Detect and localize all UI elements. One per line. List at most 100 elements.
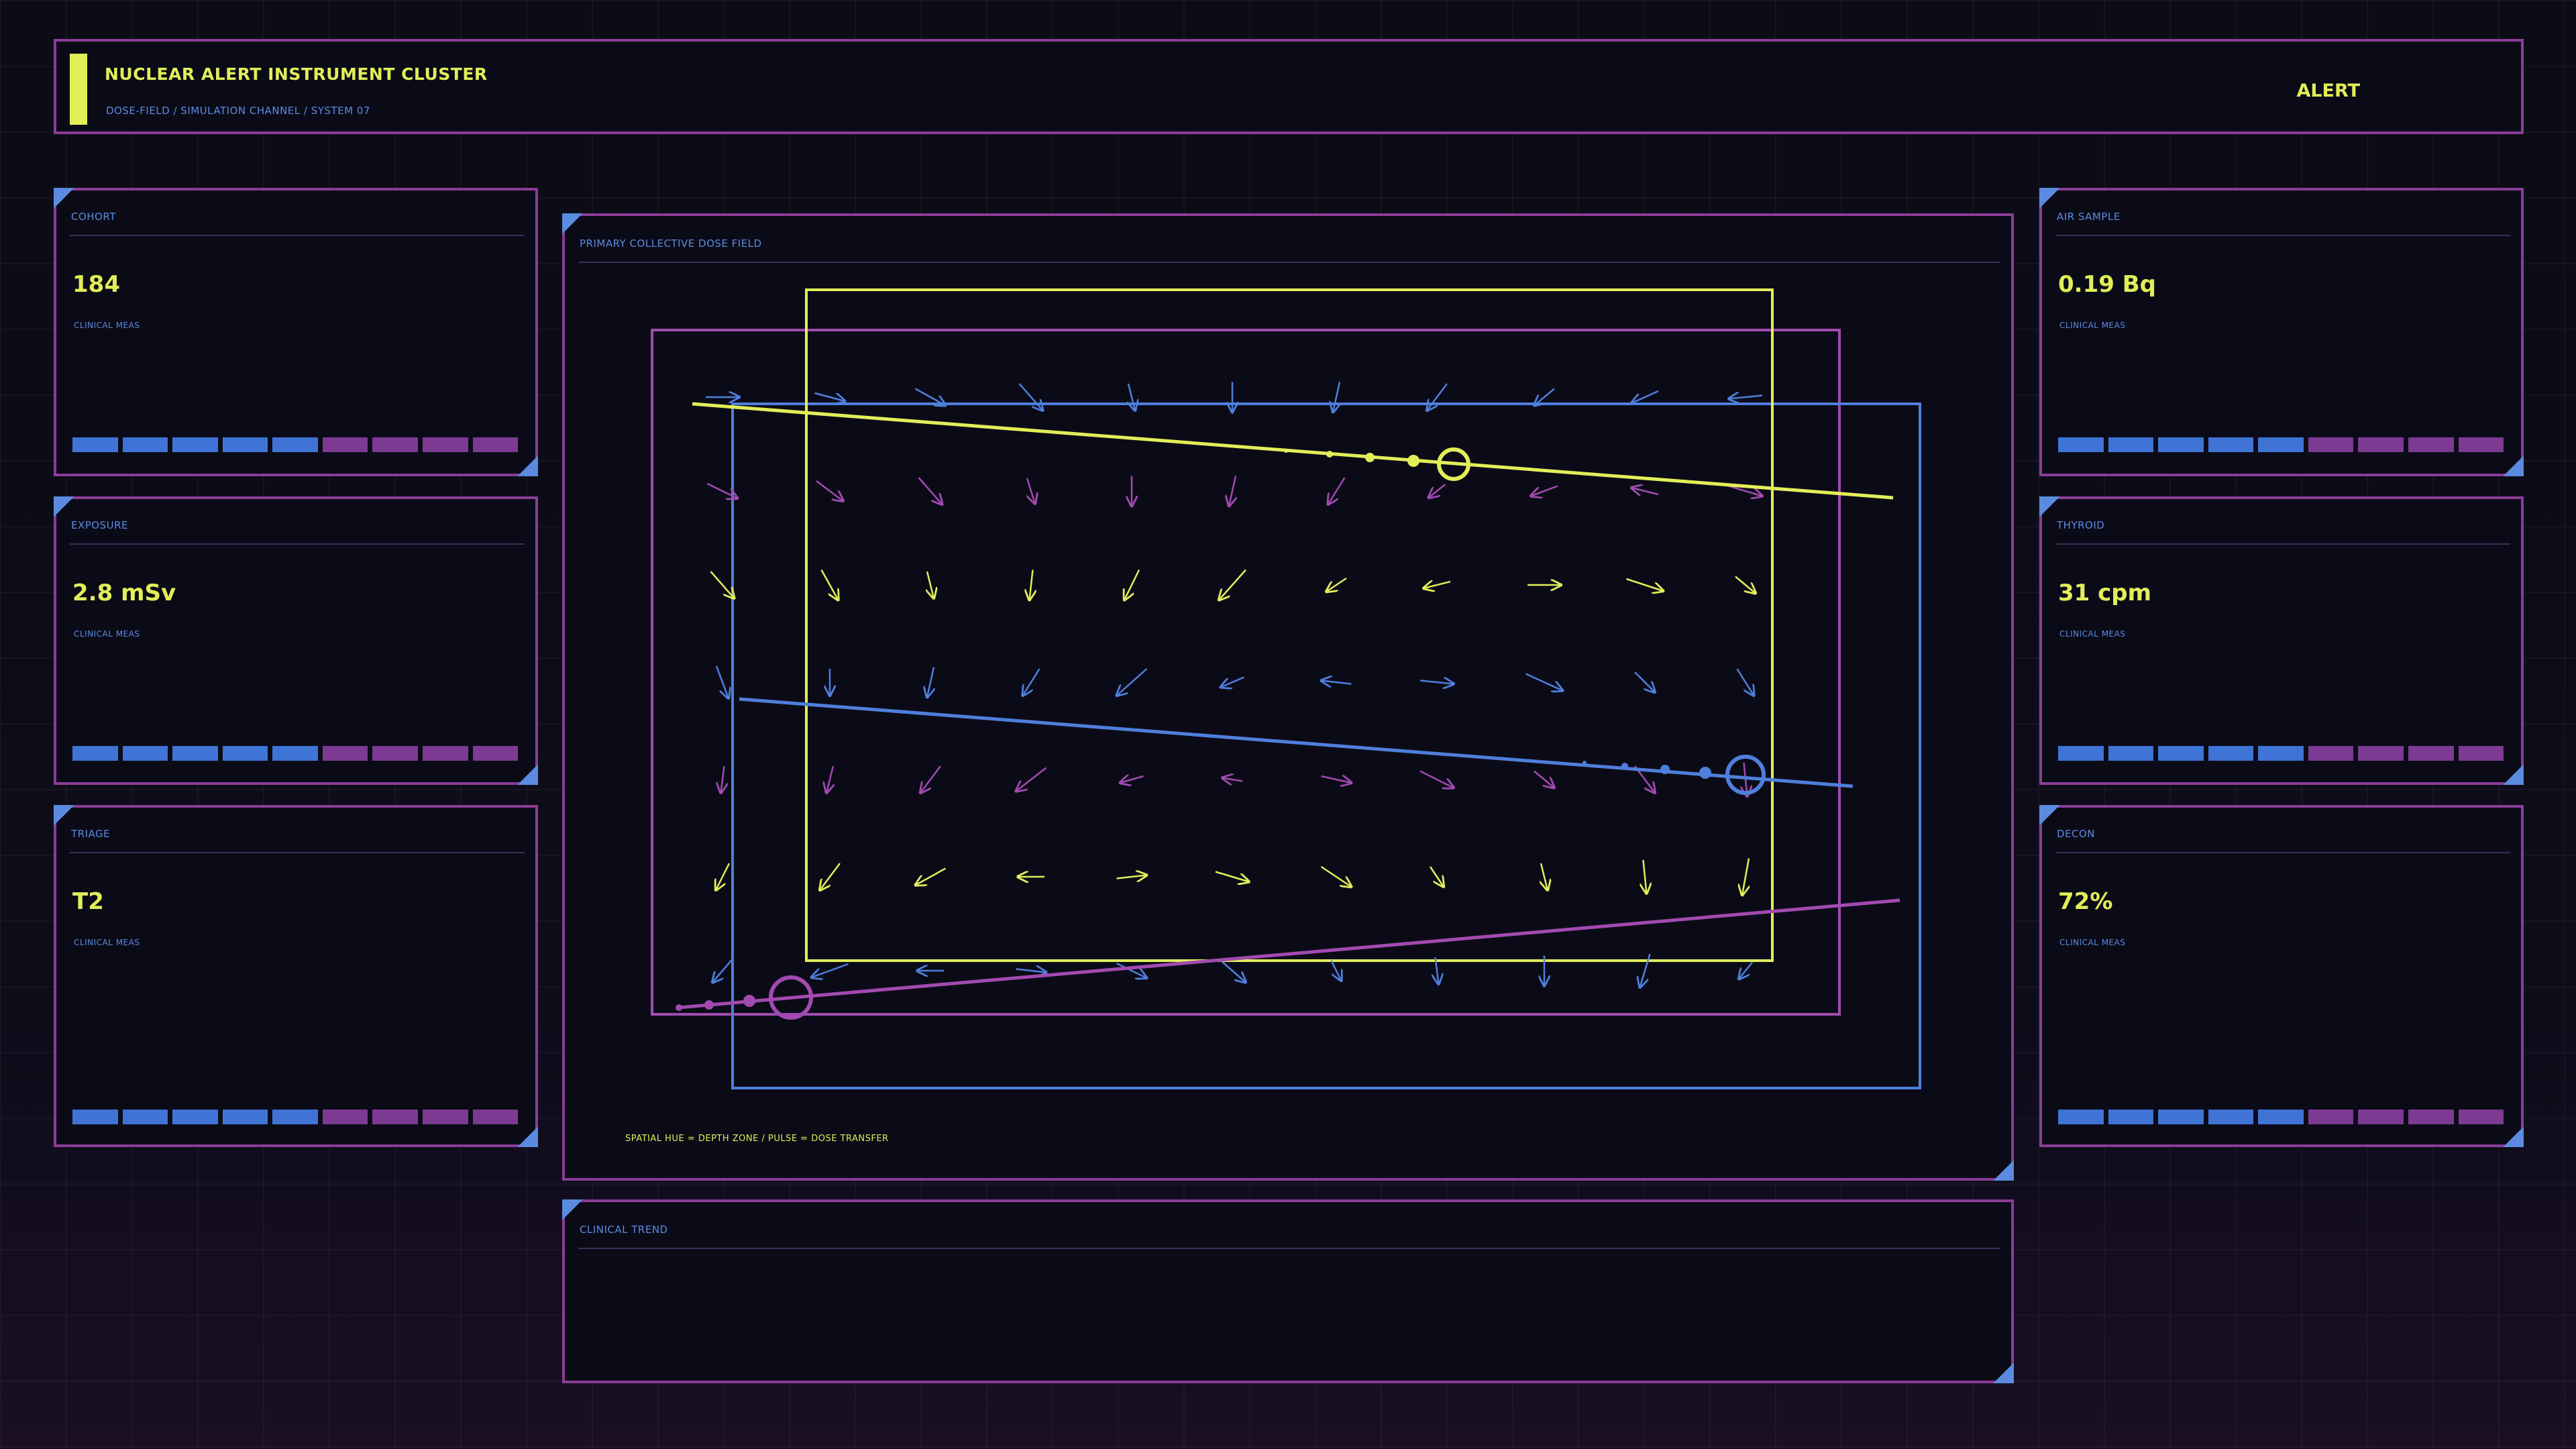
segment-meter <box>2058 746 2504 761</box>
corner-accent <box>2501 453 2524 476</box>
card-label: THYROID <box>2057 519 2105 531</box>
vector-arrow <box>1030 570 1033 600</box>
segment-meter <box>2058 437 2504 452</box>
meter-segment <box>222 746 268 761</box>
corner-accent <box>54 805 76 828</box>
track-line-blue <box>739 697 1854 788</box>
divider <box>578 1248 2000 1249</box>
vector-arrow <box>1215 871 1249 882</box>
meter-segment <box>2308 746 2354 761</box>
app-title: NUCLEAR ALERT INSTRUMENT CLUSTER <box>105 64 488 84</box>
meter-segment <box>272 1110 318 1124</box>
vector-arrow <box>1221 676 1244 688</box>
meter-segment <box>2458 437 2504 452</box>
meter-segment <box>2258 1110 2304 1124</box>
vector-arrows <box>706 382 1762 988</box>
depth-zones <box>651 288 1921 1089</box>
vector-arrow <box>1531 485 1558 496</box>
vector-arrow <box>1117 668 1148 696</box>
pulse-dot <box>1660 765 1670 774</box>
pulse-dot <box>1699 767 1711 779</box>
vector-arrow <box>1120 776 1144 783</box>
meter-segment <box>2308 437 2354 452</box>
track-line-yellow <box>692 402 1894 500</box>
card-sub: CLINICAL MEAS <box>74 321 140 330</box>
vector-arrow <box>927 667 934 698</box>
card-cohort[interactable]: COHORT 184 CLINICAL MEAS <box>54 188 538 476</box>
meter-segment <box>2258 437 2304 452</box>
vector-arrow <box>820 569 839 600</box>
card-sub: CLINICAL MEAS <box>2059 938 2126 947</box>
corner-accent <box>54 188 76 211</box>
card-value: 0.19 Bq <box>2058 271 2156 298</box>
divider <box>70 852 525 853</box>
card-decon[interactable]: DECON 72% CLINICAL MEAS <box>2039 805 2524 1147</box>
vector-arrow <box>920 765 941 793</box>
meter-segment <box>372 437 418 452</box>
corner-accent <box>54 496 76 519</box>
card-value: 184 <box>72 271 120 298</box>
vector-arrow <box>1320 865 1352 887</box>
card-label: AIR SAMPLE <box>2057 211 2121 223</box>
meter-segment <box>272 437 318 452</box>
vector-arrow <box>1534 770 1554 788</box>
meter-segment <box>2308 1110 2354 1124</box>
vector-arrow <box>1016 969 1046 973</box>
meter-segment <box>2158 746 2204 761</box>
vector-arrow <box>1419 681 1454 684</box>
meter-segment <box>222 437 268 452</box>
pulse-dot <box>1326 451 1333 458</box>
vector-arrow <box>1739 961 1753 979</box>
meter-segment <box>272 746 318 761</box>
meter-segment <box>2358 746 2404 761</box>
card-value: T2 <box>72 888 104 915</box>
meter-segment <box>2358 437 2404 452</box>
vector-arrow <box>1016 767 1047 792</box>
meter-segment <box>472 1110 519 1124</box>
meter-segment <box>2058 746 2104 761</box>
meter-segment <box>2208 1110 2254 1124</box>
card-value: 72% <box>2058 888 2113 915</box>
meter-segment <box>122 1110 168 1124</box>
meter-segment <box>2058 1110 2104 1124</box>
meter-segment <box>2258 746 2304 761</box>
vector-arrow <box>816 480 843 501</box>
card-sub: CLINICAL MEAS <box>74 938 140 947</box>
vector-arrow <box>1419 770 1454 788</box>
vector-arrow <box>1427 383 1448 411</box>
vector-arrow <box>1328 477 1346 504</box>
dose-field-visualization[interactable] <box>565 216 2011 1178</box>
vector-arrow <box>1429 866 1444 887</box>
corner-accent <box>515 762 538 785</box>
vector-arrow <box>1634 672 1655 692</box>
divider <box>70 543 525 545</box>
corner-accent <box>2039 496 2062 519</box>
zone-outline-yellow <box>805 288 1774 962</box>
meter-segment <box>372 1110 418 1124</box>
vector-arrow <box>918 477 943 504</box>
vector-arrow <box>1640 953 1651 987</box>
meter-segment <box>2358 1110 2404 1124</box>
header-accent-bar <box>70 54 87 125</box>
meter-segment <box>2158 437 2204 452</box>
vector-arrow <box>814 392 845 401</box>
vector-arrow <box>1124 569 1140 600</box>
meter-segment <box>122 437 168 452</box>
alert-status[interactable]: ALERT <box>2296 80 2360 101</box>
card-sub: CLINICAL MEAS <box>74 629 140 639</box>
vector-arrow <box>1322 681 1352 684</box>
pulse-dot <box>676 1004 682 1011</box>
meter-segment <box>72 1110 118 1124</box>
card-sub: CLINICAL MEAS <box>2059 321 2126 330</box>
vector-arrow <box>1626 578 1664 591</box>
card-thyroid[interactable]: THYROID 31 cpm CLINICAL MEAS <box>2039 496 2524 785</box>
card-air-sample[interactable]: AIR SAMPLE 0.19 Bq CLINICAL MEAS <box>2039 188 2524 476</box>
card-triage[interactable]: TRIAGE T2 CLINICAL MEAS <box>54 805 538 1147</box>
card-exposure[interactable]: EXPOSURE 2.8 mSv CLINICAL MEAS <box>54 496 538 785</box>
dose-field-panel[interactable]: PRIMARY COLLECTIVE DOSE FIELD SPATIAL HU… <box>562 213 2014 1181</box>
meter-segment <box>322 437 368 452</box>
meter-segment <box>2108 437 2154 452</box>
clinical-trend-panel[interactable]: CLINICAL TREND <box>562 1199 2014 1383</box>
card-value: 2.8 mSv <box>72 580 176 606</box>
vector-arrow <box>1742 858 1749 896</box>
